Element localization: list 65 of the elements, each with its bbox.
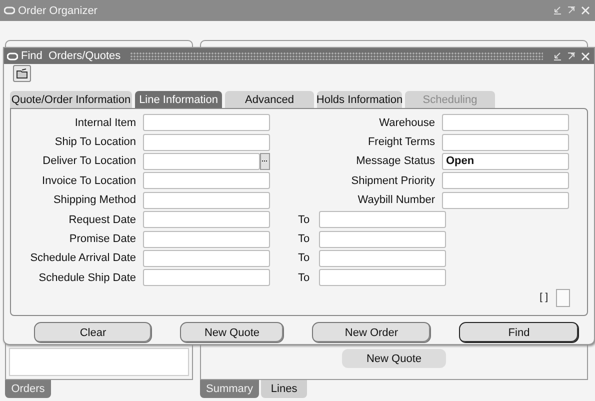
window-title: Order Organizer bbox=[18, 4, 98, 16]
input-field[interactable] bbox=[442, 172, 569, 190]
input-field[interactable] bbox=[319, 211, 446, 228]
input-field[interactable] bbox=[143, 114, 270, 132]
input-field[interactable] bbox=[319, 230, 446, 248]
maximize-icon[interactable] bbox=[566, 5, 577, 16]
dialog-title: Find Orders/Quotes bbox=[21, 50, 121, 62]
field-label: Waybill Number bbox=[356, 194, 435, 206]
input-field[interactable] bbox=[442, 114, 569, 132]
field-label: To bbox=[298, 233, 311, 246]
input-field[interactable]: Open bbox=[442, 152, 569, 170]
input-field[interactable] bbox=[143, 134, 270, 151]
flexfield[interactable] bbox=[556, 288, 570, 307]
input-field[interactable] bbox=[143, 172, 270, 190]
input-field[interactable] bbox=[143, 250, 270, 267]
folder-button[interactable] bbox=[13, 65, 31, 82]
tab[interactable]: Line Information bbox=[135, 91, 222, 108]
flexfield-label: [ ] bbox=[540, 292, 548, 304]
minimize-icon[interactable] bbox=[552, 5, 563, 16]
input-field[interactable] bbox=[442, 134, 569, 151]
field-label: Freight Terms bbox=[366, 136, 435, 148]
close-icon[interactable] bbox=[580, 50, 591, 62]
close-icon[interactable] bbox=[580, 5, 591, 16]
input-field[interactable] bbox=[143, 211, 270, 228]
field-label: Ship To Location bbox=[54, 136, 136, 148]
maximize-icon[interactable] bbox=[566, 50, 577, 62]
ellipsis-icon bbox=[262, 160, 268, 162]
field-label: To bbox=[298, 214, 311, 226]
field-label: Shipment Priority bbox=[350, 174, 435, 187]
field-label: Warehouse bbox=[378, 116, 435, 129]
dialog-button[interactable]: Clear bbox=[34, 322, 152, 343]
field-label: Shipping Method bbox=[52, 194, 136, 206]
field-label: Internal Item bbox=[74, 116, 136, 129]
dialog-button[interactable]: New Quote bbox=[180, 322, 284, 343]
input-field[interactable] bbox=[143, 230, 270, 248]
field-value: Open bbox=[446, 155, 474, 168]
field-label: To bbox=[298, 272, 311, 284]
tab[interactable]: Orders bbox=[5, 380, 51, 398]
input-field[interactable] bbox=[143, 152, 260, 170]
field-label: Deliver To Location bbox=[42, 155, 136, 168]
tab[interactable]: Advanced bbox=[225, 91, 314, 108]
tab[interactable]: Lines bbox=[261, 380, 308, 398]
folder-icon bbox=[16, 68, 28, 79]
new-quote-button[interactable]: New Quote bbox=[342, 349, 446, 368]
logo-icon bbox=[4, 5, 15, 16]
field-label: Request Date bbox=[68, 214, 136, 226]
logo-icon bbox=[7, 50, 18, 62]
minimize-icon[interactable] bbox=[552, 50, 563, 62]
input-field[interactable] bbox=[143, 269, 270, 286]
field-label: Invoice To Location bbox=[41, 174, 136, 187]
list-of-values-button[interactable] bbox=[260, 152, 270, 170]
input-field[interactable] bbox=[442, 192, 569, 209]
field-label: To bbox=[298, 252, 311, 264]
tab[interactable]: Quote/Order Information bbox=[10, 91, 132, 108]
input-field[interactable] bbox=[319, 250, 446, 267]
field-label: Schedule Arrival Date bbox=[29, 252, 136, 264]
field-label: Message Status bbox=[355, 155, 435, 168]
tab[interactable]: Summary bbox=[200, 380, 260, 398]
dialog-button[interactable]: Find bbox=[459, 322, 579, 343]
field-label: Schedule Ship Date bbox=[38, 272, 136, 284]
dialog-button[interactable]: New Order bbox=[312, 322, 431, 343]
input-field[interactable] bbox=[143, 192, 270, 209]
tab[interactable]: Holds Information bbox=[317, 91, 402, 108]
input-field[interactable] bbox=[319, 269, 446, 286]
field-label: Promise Date bbox=[68, 233, 136, 246]
